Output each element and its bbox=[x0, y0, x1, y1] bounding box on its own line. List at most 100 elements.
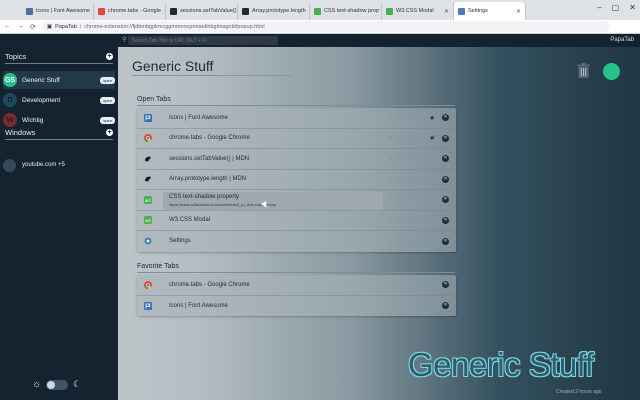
title-underline bbox=[132, 75, 292, 76]
close-icon[interactable]: ✕ bbox=[442, 175, 449, 183]
mute-icon[interactable]: ○ bbox=[398, 197, 401, 203]
address-bar[interactable]: ▣ PapaTab | chrome-extension://fjdbmbgpk… bbox=[41, 21, 610, 32]
favorite-tabs-list: chrome.tabs - Google Chrome ✕ Icons | Font… bbox=[137, 275, 456, 316]
favorite-tabs-heading: Favorite Tabs bbox=[137, 263, 179, 270]
add-topic-button[interactable]: + bbox=[106, 53, 113, 60]
search-input[interactable] bbox=[128, 36, 278, 45]
maximize-icon[interactable]: ▢ bbox=[612, 3, 620, 12]
close-icon[interactable]: ✕ bbox=[442, 155, 449, 163]
close-icon[interactable]: ✕ bbox=[442, 196, 449, 204]
flag-icon bbox=[144, 113, 152, 122]
browser-tab[interactable]: sessions.setTabValue()✕ bbox=[166, 2, 238, 20]
mute-icon[interactable]: ○ bbox=[398, 115, 401, 121]
mute-icon[interactable]: ○ bbox=[398, 176, 401, 182]
tab-row[interactable]: sessions.setTabValue() | MDN ○ ○ ○ ✕ bbox=[137, 149, 456, 170]
back-icon[interactable]: ← bbox=[4, 23, 11, 30]
mdn-icon bbox=[145, 176, 151, 182]
tab-row[interactable]: Icons | Font Awesome ○ ○ ○ ★ ✕ bbox=[137, 108, 456, 129]
add-window-button[interactable]: + bbox=[106, 129, 113, 136]
tab-row[interactable]: Settings ○ ○ ○ ✕ bbox=[137, 231, 456, 252]
pin-icon[interactable]: ○ bbox=[389, 135, 392, 141]
close-window-icon[interactable]: ✕ bbox=[629, 3, 636, 12]
close-icon[interactable]: ✕ bbox=[442, 134, 449, 142]
topic-color-button[interactable] bbox=[603, 63, 620, 80]
topic-avatar: D bbox=[3, 93, 17, 107]
forward-icon[interactable]: → bbox=[17, 23, 24, 30]
move-icon[interactable]: ○ bbox=[407, 176, 410, 182]
move-icon[interactable]: ○ bbox=[407, 238, 410, 244]
window-item[interactable]: youtube.com +5 bbox=[3, 156, 115, 174]
open-badge[interactable]: open bbox=[100, 96, 115, 104]
site-label: PapaTab bbox=[55, 23, 77, 30]
topic-item[interactable]: GS Generic Stuff open bbox=[3, 71, 115, 89]
pin-icon[interactable]: ○ bbox=[389, 156, 392, 162]
topic-name: Development bbox=[22, 96, 61, 104]
topic-avatar: GS bbox=[3, 73, 17, 87]
favicon-icon bbox=[26, 7, 33, 15]
minimize-icon[interactable]: – bbox=[597, 3, 601, 12]
browser-tab[interactable]: W3.CSS Modal ✕ bbox=[382, 2, 454, 20]
tab-row[interactable]: Array.prototype.length | MDN ○ ○ ○ ✕ bbox=[137, 170, 456, 190]
topic-name: Wichtig bbox=[22, 116, 44, 124]
star-icon[interactable]: ★ bbox=[429, 134, 435, 142]
open-badge[interactable]: open bbox=[100, 116, 115, 124]
theme-toggle: ☼ ☾ bbox=[32, 379, 81, 390]
pin-icon[interactable]: ○ bbox=[389, 238, 392, 244]
close-icon[interactable]: ✕ bbox=[442, 237, 449, 245]
brand-label: PapaTab bbox=[610, 37, 634, 43]
mute-icon[interactable]: ○ bbox=[398, 156, 401, 162]
close-icon[interactable]: ✕ bbox=[442, 302, 449, 310]
browser-tab[interactable]: CSS text-shadow prop✕ bbox=[310, 2, 382, 20]
mdn-icon bbox=[145, 156, 151, 162]
divider bbox=[5, 63, 113, 64]
browser-tab-label: chrome.tabs - Google bbox=[108, 8, 161, 14]
browser-tab[interactable]: Array.prototype.length✕ bbox=[238, 2, 310, 20]
mute-icon[interactable]: ○ bbox=[398, 238, 401, 244]
pin-icon[interactable]: ○ bbox=[389, 197, 392, 203]
browser-tab[interactable]: Settings ✕ bbox=[454, 2, 526, 20]
close-icon[interactable]: ✕ bbox=[442, 281, 449, 289]
move-icon[interactable]: ○ bbox=[407, 217, 410, 223]
topic-item[interactable]: W Wichtig open bbox=[3, 111, 115, 129]
topic-item[interactable]: D Development open bbox=[3, 91, 115, 109]
pin-icon[interactable]: ○ bbox=[389, 217, 392, 223]
close-icon[interactable]: ✕ bbox=[442, 114, 449, 122]
browser-tab-label: Icons | Font Awesome bbox=[36, 8, 90, 14]
browser-toolbar: ← → ⟳ ▣ PapaTab | chrome-extension://fjd… bbox=[0, 20, 640, 34]
browser-tab-label: W3.CSS Modal bbox=[396, 8, 434, 14]
close-icon[interactable]: ✕ bbox=[442, 216, 449, 224]
tab-actions: ○ ○ ○ bbox=[389, 176, 410, 182]
reload-icon[interactable]: ⟳ bbox=[30, 23, 36, 31]
tab-row[interactable]: chrome.tabs - Google Chrome ○ ○ ○ ★ ✕ bbox=[137, 129, 456, 149]
move-icon[interactable]: ○ bbox=[407, 197, 410, 203]
dark-mode-switch[interactable] bbox=[46, 379, 69, 390]
close-tab-icon[interactable]: ✕ bbox=[516, 8, 521, 15]
site-info-icon[interactable]: ▣ bbox=[47, 24, 52, 30]
open-badge[interactable]: open bbox=[100, 76, 115, 84]
move-icon[interactable]: ○ bbox=[407, 135, 410, 141]
move-icon[interactable]: ○ bbox=[407, 115, 410, 121]
move-icon[interactable]: ○ bbox=[407, 156, 410, 162]
tab-row[interactable]: chrome.tabs - Google Chrome ✕ bbox=[137, 275, 456, 296]
divider bbox=[137, 105, 455, 106]
sidebar: Topics + GS Generic Stuff open D Development… bbox=[0, 47, 118, 400]
tab-row[interactable]: Icons | Font Awesome ✕ bbox=[137, 296, 456, 317]
pin-icon[interactable]: ○ bbox=[389, 115, 392, 121]
w3schools-icon: w3 bbox=[144, 216, 152, 225]
mute-icon[interactable]: ○ bbox=[398, 135, 401, 141]
window-label: youtube.com +5 bbox=[22, 162, 65, 168]
browser-tab[interactable]: chrome.tabs - Google✕ bbox=[94, 2, 166, 20]
window-avatar bbox=[3, 158, 16, 172]
divider bbox=[137, 272, 455, 273]
trash-icon[interactable] bbox=[577, 63, 590, 78]
tab-hover-card[interactable]: CSS text-shadow property https://www.w3s… bbox=[163, 192, 383, 210]
browser-tab[interactable]: Icons | Font Awesome✕ bbox=[22, 2, 94, 20]
mute-icon[interactable]: ○ bbox=[398, 217, 401, 223]
tab-row[interactable]: w3 W3.CSS Modal ○ ○ ○ ✕ bbox=[137, 211, 456, 231]
favicon-icon bbox=[386, 7, 393, 15]
star-icon[interactable]: ★ bbox=[429, 114, 435, 122]
tab-title: W3.CSS Modal bbox=[169, 217, 211, 224]
browser-tab-label: Array.prototype.length bbox=[252, 8, 306, 14]
pin-icon[interactable]: ○ bbox=[389, 176, 392, 182]
close-tab-icon[interactable]: ✕ bbox=[444, 8, 449, 15]
